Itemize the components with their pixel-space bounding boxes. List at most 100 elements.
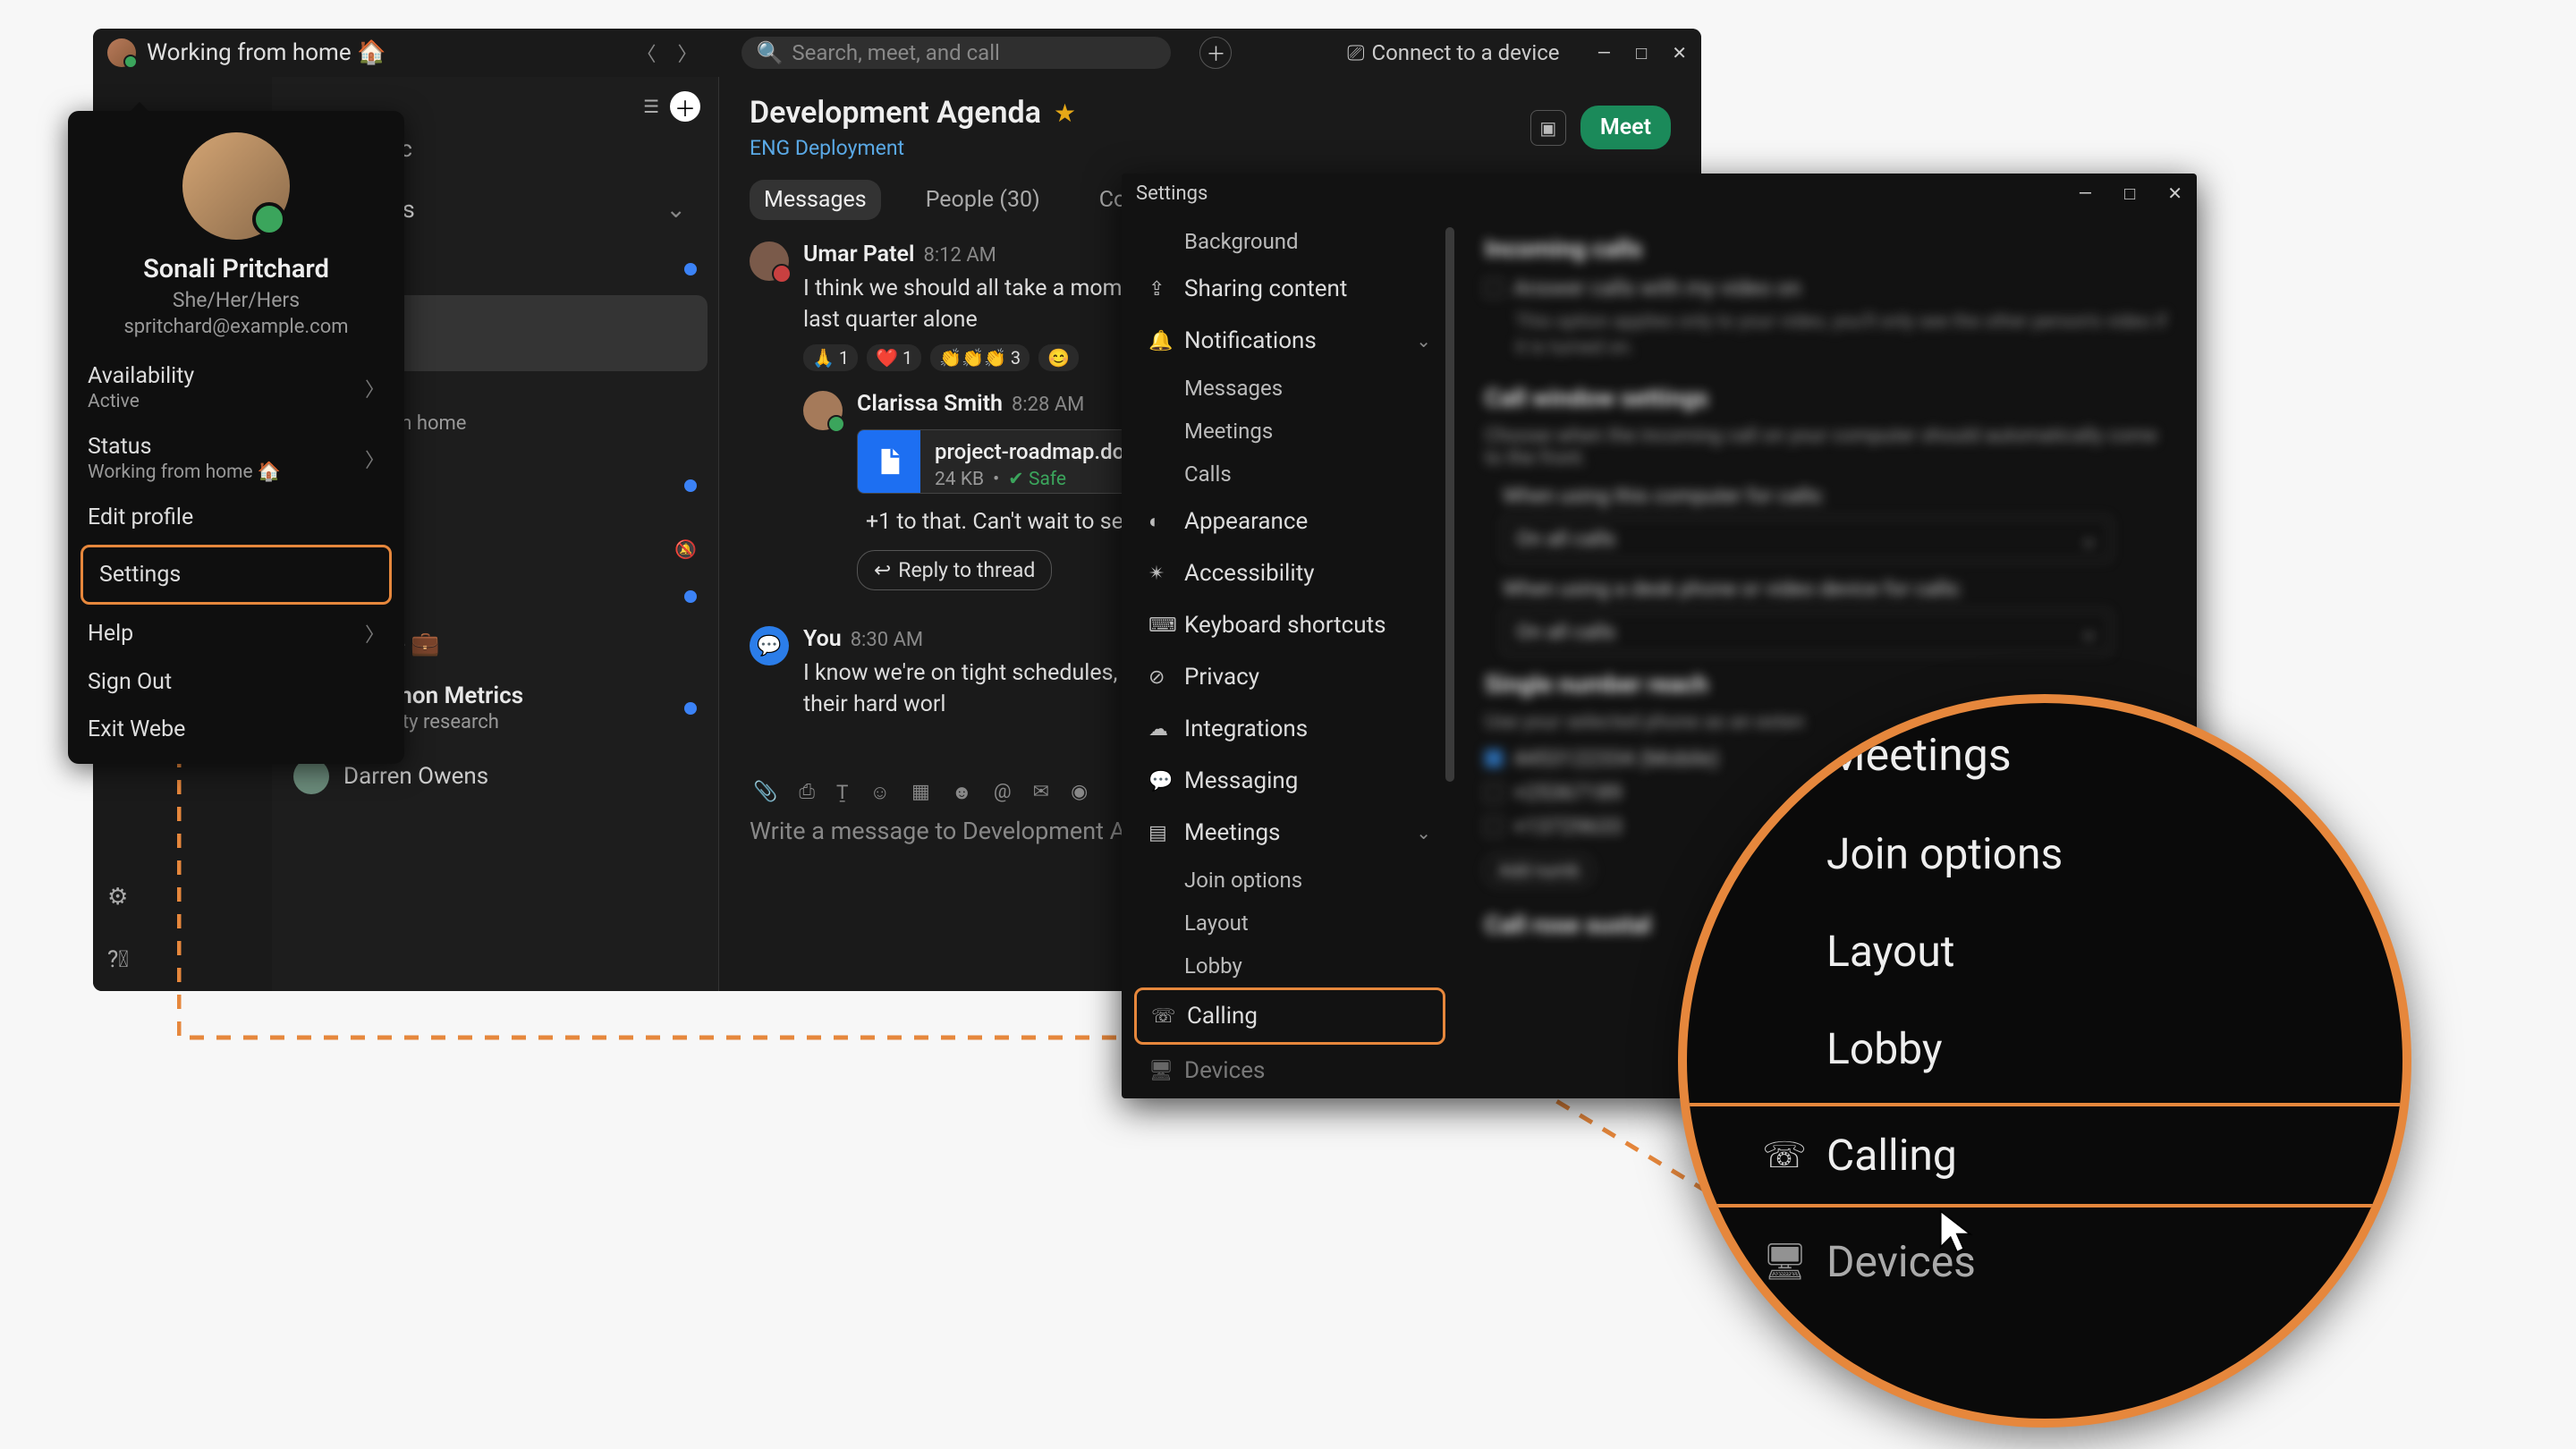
- team-link[interactable]: ENG Deployment: [750, 136, 1076, 160]
- screenshot-icon[interactable]: ⎙: [799, 781, 815, 804]
- titlebar: Working from home 🏠 〈 〉 🔍 Search, meet, …: [93, 29, 1701, 77]
- profile-avatar[interactable]: [182, 132, 290, 240]
- bitmoji-icon[interactable]: ☻: [952, 781, 972, 804]
- zoom-layout[interactable]: Layout: [1728, 902, 2372, 1000]
- nav-join-options[interactable]: Join options: [1134, 859, 1445, 902]
- close-icon[interactable]: ✕: [2167, 182, 2182, 205]
- tab-messages[interactable]: Messages: [750, 180, 881, 220]
- search-icon: 🔍: [756, 40, 783, 65]
- avatar[interactable]: [107, 38, 136, 67]
- select[interactable]: On all calls⌄: [1503, 517, 2111, 561]
- nav-keyboard[interactable]: ⌨Keyboard shortcuts: [1134, 599, 1445, 651]
- nav-sharing[interactable]: ⇪Sharing content: [1134, 263, 1445, 315]
- nav-appearance[interactable]: ◐Appearance: [1134, 496, 1445, 547]
- chevron-down-icon: ⌄: [665, 195, 686, 224]
- star-icon[interactable]: ★: [1054, 98, 1076, 128]
- checkbox[interactable]: [1485, 784, 1503, 801]
- zoom-join-options[interactable]: Join options: [1728, 805, 2372, 902]
- zoom-callout: Meetings Join options Layout Lobby ☏Call…: [1678, 694, 2411, 1428]
- filter-icon[interactable]: ☰: [643, 96, 659, 117]
- nav-calling[interactable]: ☏Calling: [1134, 987, 1445, 1045]
- search-input[interactable]: 🔍 Search, meet, and call: [741, 37, 1171, 69]
- reply-thread-button[interactable]: ↩Reply to thread: [857, 550, 1052, 590]
- user-avatar[interactable]: [750, 242, 789, 281]
- format-icon[interactable]: Ṯ: [836, 781, 848, 804]
- nav-sub-meetings[interactable]: Meetings: [1134, 410, 1445, 453]
- help-row[interactable]: Help〉: [68, 608, 404, 658]
- signout-row[interactable]: Sign Out: [68, 658, 404, 706]
- nav-back-icon[interactable]: 〈: [629, 35, 663, 71]
- nav-messaging[interactable]: 💬Messaging: [1134, 755, 1445, 807]
- scrollbar[interactable]: [1445, 222, 1454, 1019]
- nav-forward-icon[interactable]: 〉: [670, 35, 704, 71]
- profile-email: spritchard@example.com: [68, 316, 404, 338]
- nav-sub-messages[interactable]: Messages: [1134, 367, 1445, 410]
- exit-row[interactable]: Exit Webe: [68, 706, 404, 753]
- chevron-down-icon: ⌄: [1416, 822, 1431, 843]
- checkbox[interactable]: [1485, 750, 1503, 767]
- reaction[interactable]: 👏👏👏 3: [930, 344, 1030, 371]
- nav-layout[interactable]: Layout: [1134, 902, 1445, 945]
- help-icon[interactable]: ?⃝: [107, 946, 134, 973]
- close-icon[interactable]: ✕: [1672, 42, 1687, 64]
- record-icon[interactable]: ◉: [1071, 781, 1088, 804]
- nav-accessibility[interactable]: ✴Accessibility: [1134, 547, 1445, 599]
- status-row[interactable]: StatusWorking from home 🏠 〉: [68, 423, 404, 494]
- file-attachment[interactable]: project-roadmap.doc 24 KB•✔ Safe: [857, 429, 1157, 494]
- nav-notifications[interactable]: 🔔Notifications⌄: [1134, 315, 1445, 367]
- zoom-devices[interactable]: 🖥Devices: [1728, 1213, 2372, 1310]
- user-avatar[interactable]: 💬: [750, 626, 789, 665]
- maximize-icon[interactable]: □: [2124, 182, 2135, 205]
- new-button[interactable]: ＋: [1199, 37, 1232, 69]
- nav-lobby[interactable]: Lobby: [1134, 945, 1445, 987]
- keyboard-icon: ⌨: [1148, 614, 1170, 637]
- select[interactable]: On all calls⌄: [1503, 610, 2111, 654]
- nav-integrations[interactable]: ☁Integrations: [1134, 703, 1445, 755]
- accessibility-icon: ✴: [1148, 563, 1170, 585]
- reaction[interactable]: 🙏 1: [803, 344, 858, 371]
- availability-row[interactable]: AvailabilityActive 〉: [68, 352, 404, 423]
- profile-menu: Sonali Pritchard She/Her/Hers spritchard…: [68, 111, 404, 764]
- cursor-icon: [1937, 1208, 1977, 1258]
- nav-meetings[interactable]: ▤Meetings⌄: [1134, 807, 1445, 859]
- minimize-icon[interactable]: —: [1597, 42, 1612, 64]
- gear-icon[interactable]: ⚙: [107, 884, 134, 911]
- edit-profile-row[interactable]: Edit profile: [68, 494, 404, 541]
- pm-icon[interactable]: ✉: [1033, 781, 1049, 804]
- add-number-button[interactable]: Add numb: [1485, 855, 1593, 886]
- minimize-icon[interactable]: —: [2079, 182, 2093, 205]
- unread-dot: [684, 479, 697, 492]
- settings-title: Settings: [1136, 182, 1208, 205]
- add-conversation-button[interactable]: ＋: [670, 91, 700, 122]
- profile-pronouns: She/Her/Hers: [68, 288, 404, 312]
- nav-devices[interactable]: 🖥Devices: [1134, 1045, 1445, 1097]
- add-reaction-button[interactable]: 😊: [1038, 344, 1079, 371]
- maximize-icon[interactable]: □: [1636, 42, 1647, 64]
- gif-icon[interactable]: ▦: [911, 781, 930, 804]
- devices-icon: 🖥: [1148, 1060, 1170, 1082]
- checkbox[interactable]: [1485, 818, 1503, 835]
- checkbox[interactable]: [1485, 279, 1503, 297]
- chevron-right-icon: 〉: [365, 374, 385, 402]
- zoom-lobby[interactable]: Lobby: [1728, 1000, 2372, 1097]
- chat-icon: 💬: [1148, 770, 1170, 792]
- nav-sub-calls[interactable]: Calls: [1134, 453, 1445, 496]
- unread-dot: [684, 590, 697, 603]
- apps-button[interactable]: ▣: [1530, 110, 1566, 146]
- connect-device-button[interactable]: ⎚ Connect to a device: [1347, 40, 1559, 65]
- zoom-calling[interactable]: ☏Calling: [1678, 1103, 2411, 1208]
- mention-icon[interactable]: @: [994, 781, 1012, 804]
- phone-icon: ☏: [1151, 1005, 1173, 1028]
- settings-row[interactable]: Settings: [80, 545, 392, 605]
- nav-privacy[interactable]: ⊘Privacy: [1134, 651, 1445, 703]
- tab-people[interactable]: People (30): [911, 180, 1055, 220]
- attach-icon[interactable]: 📎: [753, 781, 777, 804]
- nav-background[interactable]: Background: [1134, 220, 1445, 263]
- emoji-icon[interactable]: ☺: [869, 781, 889, 804]
- user-avatar[interactable]: [803, 391, 843, 430]
- profile-name: Sonali Pritchard: [68, 254, 404, 284]
- reaction[interactable]: ❤️ 1: [867, 344, 921, 371]
- unread-dot: [684, 263, 697, 275]
- meet-button[interactable]: Meet: [1580, 106, 1671, 149]
- cast-icon: ⎚: [1347, 40, 1364, 65]
